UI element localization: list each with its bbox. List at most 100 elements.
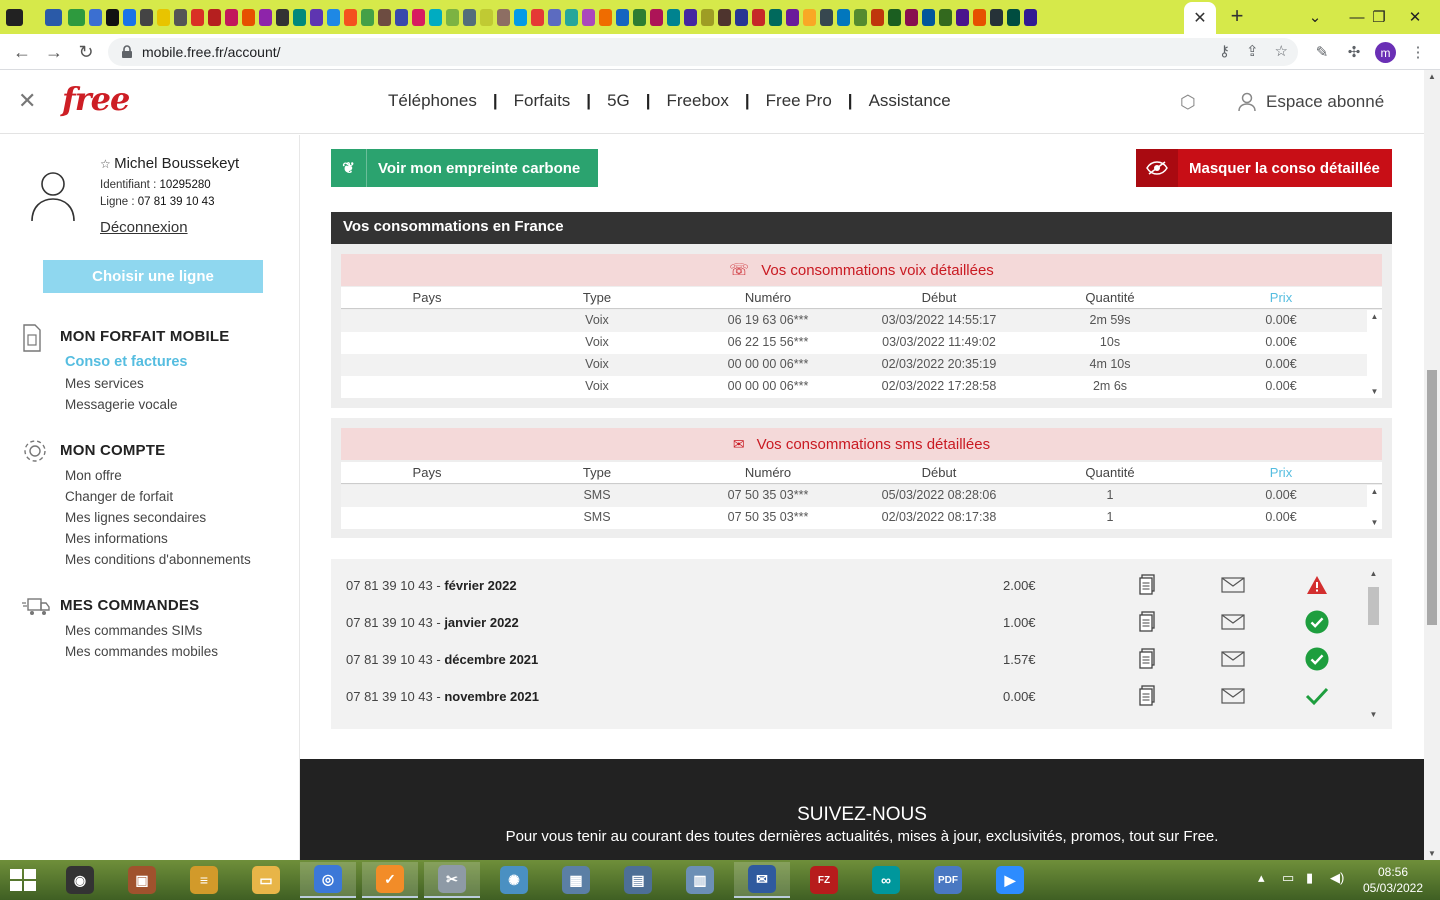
pinned-tab-favicon-icon[interactable] [599,8,612,26]
pdf-viewer-icon[interactable]: PDF [920,862,976,898]
pinned-tab-favicon-icon[interactable] [667,8,680,26]
pinned-tab-favicon-icon[interactable] [956,8,969,26]
pinned-tab-favicon-icon[interactable] [650,8,663,26]
pinned-tab-favicon-icon[interactable] [854,8,867,26]
close-menu-icon[interactable]: ✕ [18,88,36,114]
text-editor-icon[interactable]: ▥ [672,862,728,898]
col-type[interactable]: Type [583,465,611,480]
pinned-tab-favicon-icon[interactable] [174,8,187,26]
scroll-down-icon[interactable]: ▼ [1367,387,1382,396]
nav-free-pro[interactable]: Free Pro [766,91,832,111]
invoice-email-icon[interactable] [1221,610,1245,634]
pinned-tab-favicon-icon[interactable] [293,8,306,26]
pinned-tab-favicon-icon[interactable] [242,8,255,26]
pinned-tab-favicon-icon[interactable] [565,8,578,26]
scrollbar-thumb[interactable] [1427,370,1437,625]
pinned-tab-favicon-icon[interactable] [820,8,833,26]
profile-avatar[interactable]: m [1375,42,1396,63]
invoice-document-icon[interactable] [1136,684,1160,708]
france-map-icon[interactable]: ⬡ [1180,92,1196,113]
pinned-tab-favicon-icon[interactable] [344,8,357,26]
pinned-tab-favicon-icon[interactable] [310,8,323,26]
scroll-down-icon[interactable]: ▼ [1367,518,1382,527]
chrome-icon[interactable]: ◎ [300,862,356,898]
pinned-tab-favicon-icon[interactable] [191,8,204,26]
filezilla-icon[interactable]: FZ [796,862,852,898]
pinned-tab-favicon-icon[interactable] [922,8,935,26]
pinned-tab-favicon-icon[interactable] [616,8,629,26]
nav-freebox[interactable]: Freebox [667,91,729,111]
pinned-tab-favicon-icon[interactable] [106,8,119,26]
back-arrow-icon[interactable]: ← [10,40,34,64]
thunderbird-icon[interactable]: ✉ [734,862,790,898]
tab-close-icon[interactable]: ✕ [1193,8,1206,28]
pinned-tab-favicon-icon[interactable] [973,8,986,26]
extension-pen-icon[interactable]: ✎ [1310,40,1334,64]
pinned-tab-favicon-icon[interactable] [1007,8,1020,26]
new-tab-button[interactable]: + [1226,5,1248,28]
pinned-tab-favicon-icon[interactable] [905,8,918,26]
pinned-tab-favicon-icon[interactable] [480,8,493,26]
tray-chevron-icon[interactable]: ▴ [1258,870,1265,886]
forward-arrow-icon[interactable]: → [42,40,66,64]
link-mes-commandes-mobiles[interactable]: Mes commandes mobiles [65,644,218,659]
pinned-tab-favicon-icon[interactable] [259,8,272,26]
pinned-tab-favicon-icon[interactable] [140,8,153,26]
network-icon[interactable]: ▮ [1306,870,1313,886]
link-changer-de-forfait[interactable]: Changer de forfait [65,489,173,504]
invoice-document-icon[interactable] [1136,573,1160,597]
col-numero[interactable]: Numéro [745,290,791,305]
pinned-tab-favicon-icon[interactable] [123,8,136,26]
document-viewer-icon[interactable]: ▤ [610,862,666,898]
active-tab[interactable]: ✕ [1184,2,1216,34]
espace-abonne-link[interactable]: Espace abonné [1238,92,1384,112]
pinned-tab-favicon-icon[interactable] [514,8,527,26]
scroll-down-icon[interactable]: ▼ [1424,849,1440,858]
link-mes-services[interactable]: Mes services [65,376,144,391]
nav-assistance[interactable]: Assistance [869,91,951,111]
paint-tool-icon[interactable]: ✂ [424,862,480,898]
link-mes-conditions[interactable]: Mes conditions d'abonnements [65,552,251,567]
pinned-tab-favicon-icon[interactable] [735,8,748,26]
pinned-tab-favicon-icon[interactable] [68,8,85,26]
pinned-tab-favicon-icon[interactable] [446,8,459,26]
pinned-tab-favicon-icon[interactable] [837,8,850,26]
battery-icon[interactable]: ▭ [1282,870,1294,886]
windows-start-icon[interactable] [8,866,38,894]
key-icon[interactable]: ⚷ [1219,42,1230,60]
calculator-icon[interactable]: ▦ [548,862,604,898]
pinned-tab-favicon-icon[interactable] [990,8,1003,26]
pinned-tab-favicon-icon[interactable] [786,8,799,26]
scroll-up-icon[interactable]: ▲ [1424,72,1440,81]
pinned-tab-favicon-icon[interactable] [412,8,425,26]
choose-line-button[interactable]: Choisir une ligne [43,260,263,293]
pinned-tab-favicon-icon[interactable] [718,8,731,26]
close-window-button[interactable]: ✕ [1398,0,1432,34]
carbon-footprint-button[interactable]: ❦ Voir mon empreinte carbone [331,149,598,187]
extensions-puzzle-icon[interactable]: ✣ [1342,40,1366,64]
file-explorer-icon[interactable]: ▭ [238,862,294,898]
invoice-email-icon[interactable] [1221,573,1245,597]
pinned-tab-favicon-icon[interactable] [89,8,102,26]
pinned-tab-favicon-icon[interactable] [208,8,221,26]
pinned-tab-favicon-icon[interactable] [45,8,62,26]
col-quantite[interactable]: Quantité [1085,290,1134,305]
pinned-tab-favicon-icon[interactable] [803,8,816,26]
voice-table-scrollbar[interactable]: ▲ ▼ [1367,310,1382,398]
restore-button[interactable]: ❐ [1362,0,1396,34]
scroll-down-icon[interactable]: ▼ [1366,710,1381,719]
pinned-tab-favicon-icon[interactable] [463,8,476,26]
link-conso-et-factures[interactable]: Conso et factures [65,354,187,370]
pinned-tab-favicon-icon[interactable] [378,8,391,26]
invoice-list-scrollbar[interactable]: ▲ ▼ [1366,569,1381,719]
reload-icon[interactable]: ↻ [74,40,98,64]
tab-search-icon[interactable]: ⌄ [1298,0,1332,34]
tasks-app-icon[interactable]: ✓ [362,862,418,898]
pinned-tab-favicon-icon[interactable] [327,8,340,26]
invoice-document-icon[interactable] [1136,647,1160,671]
system-clock[interactable]: 08:56 05/03/2022 [1358,864,1428,896]
invoice-document-icon[interactable] [1136,610,1160,634]
invoice-email-icon[interactable] [1221,647,1245,671]
pinned-tab-favicon-icon[interactable] [701,8,714,26]
pinned-tab-favicon-icon[interactable] [939,8,952,26]
